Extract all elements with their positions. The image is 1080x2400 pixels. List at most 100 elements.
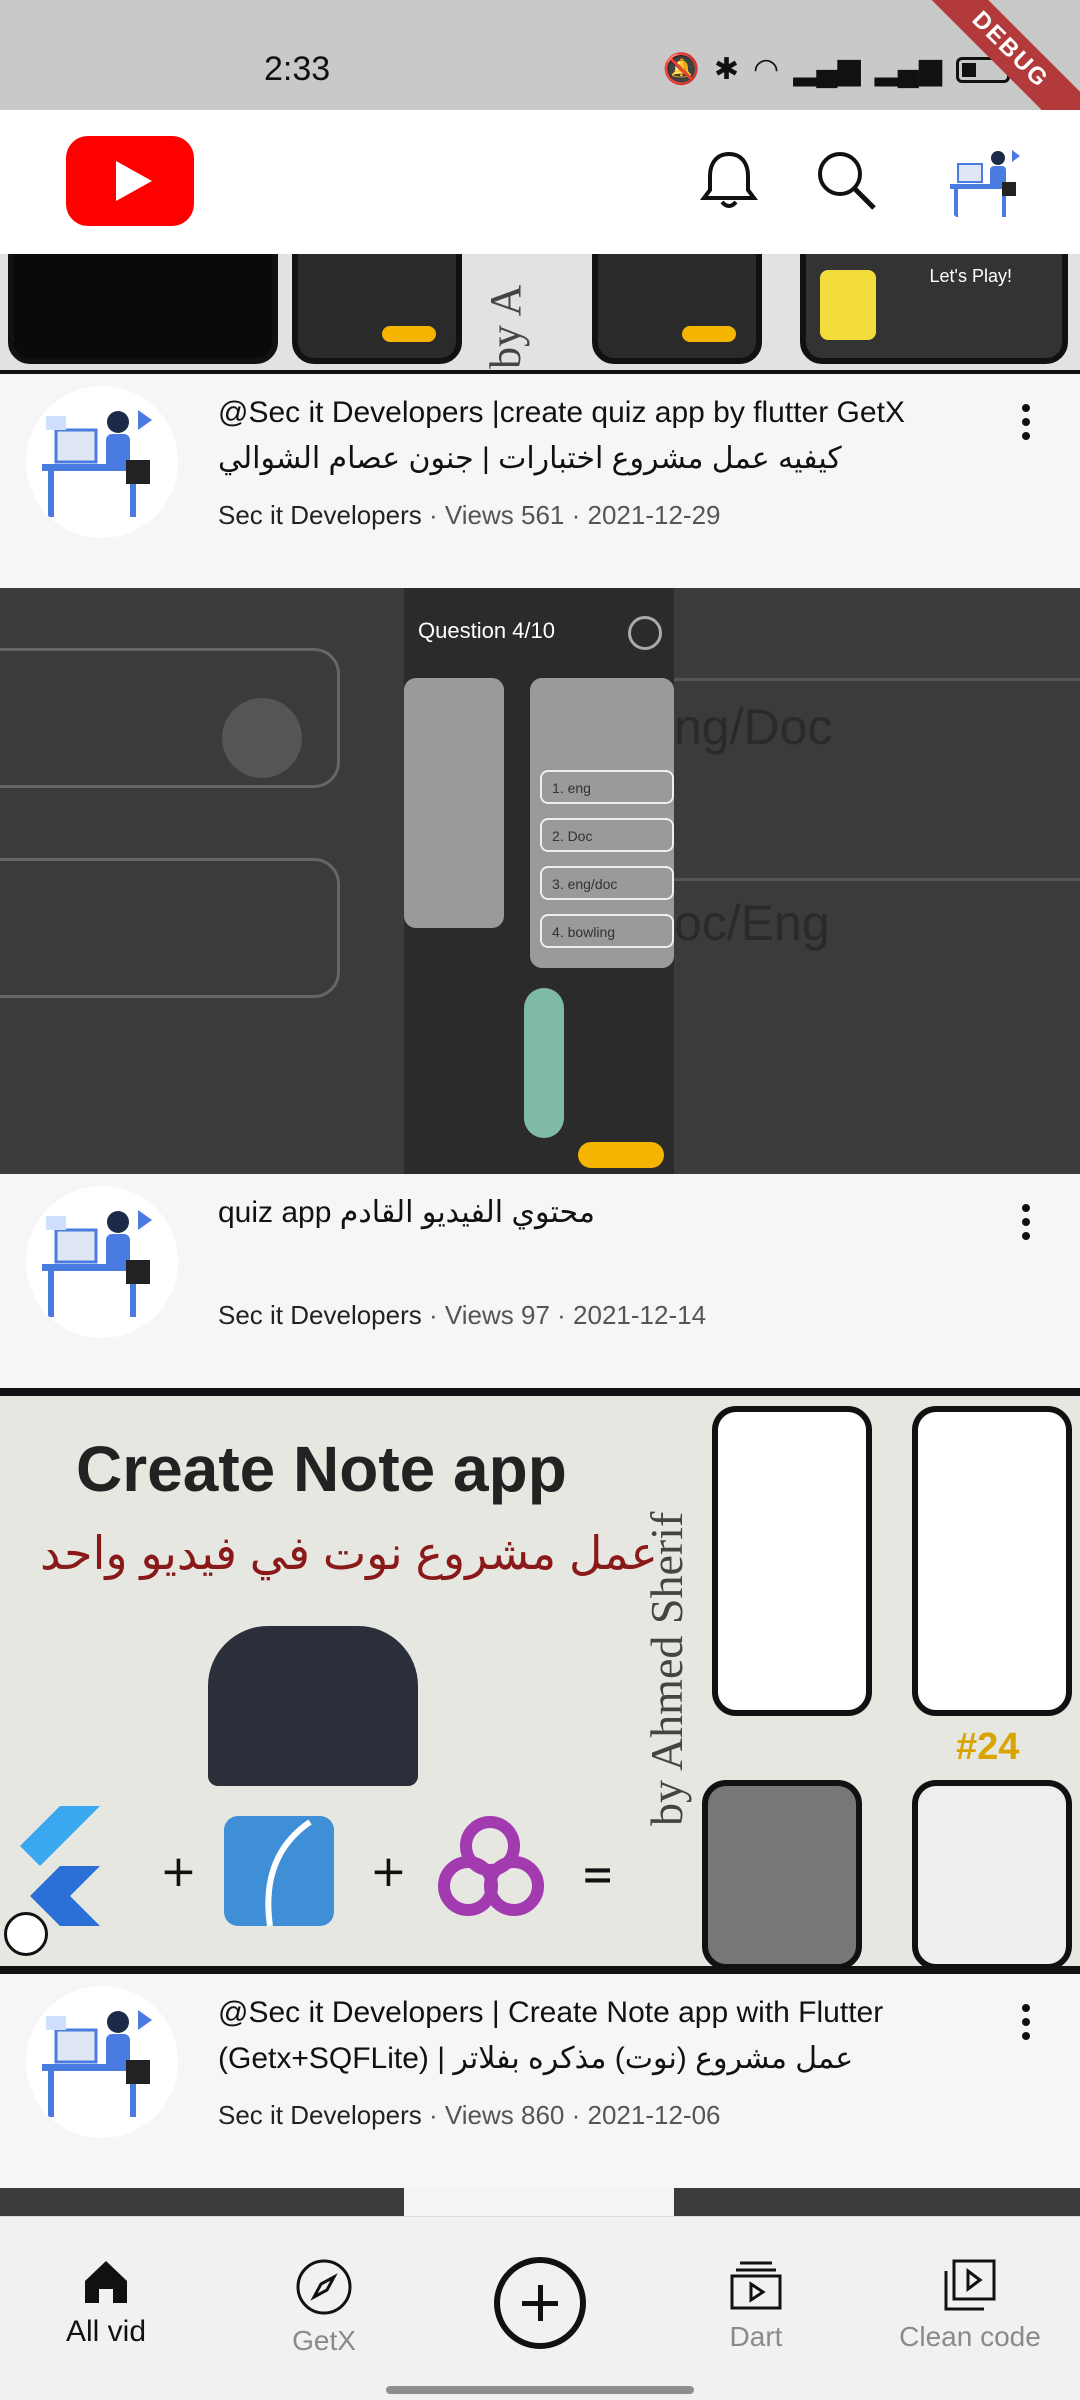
view-count: Views 860 [444,2100,565,2130]
signal-icon-2: ▂▄▆ [874,53,942,86]
svg-text:+: + [160,1846,197,1897]
notifications-bell-icon[interactable] [694,146,764,216]
bottom-navigation: All vid GetX Dart Clean code [0,2216,1080,2400]
thumb-title-text: Create Note app [76,1433,567,1505]
more-options-icon[interactable] [1014,400,1038,460]
thumb-presenter [208,1626,418,1786]
status-bar: 2:33 🔕 ✱ ◠ ▂▄▆ ▂▄▆ DEBUG [0,0,1080,157]
video-item[interactable]: @Sec it Developers | Create Note app wit… [0,1974,1080,2188]
nav-label: All vid [65,2315,147,2348]
home-icon [85,2261,127,2303]
channel-avatar[interactable] [26,386,178,538]
thumb-phone-frame [292,254,462,364]
thumb-phone-frame [592,254,762,364]
thumb-by-text: by Ahmed Sherif [641,1511,692,1826]
meta-separator: · [429,1300,445,1330]
account-avatar[interactable] [940,136,1032,228]
thumb-by-text: by A [481,284,530,369]
nav-item-clean-code[interactable]: Clean code [870,2257,1070,2353]
thumb-question-label: Question 4/10 [418,618,555,643]
meta-separator: · [429,500,445,530]
video-title-line: @Sec it Developers | Create Note app wit… [218,1996,884,2029]
upload-date: 2021-12-14 [573,1300,707,1330]
library-icon [944,2259,996,2311]
video-metadata: Sec it Developers · Views 860 · 2021-12-… [218,2100,721,2131]
video-feed[interactable]: by A Let's Play! @Sec it Developers |cre… [0,254,1080,2244]
nav-label: Clean code [899,2321,1041,2352]
bluetooth-icon: ✱ [713,53,739,86]
video-thumbnail[interactable]: ng/Doc oc/Eng Question 4/10 1. eng 2. Do… [0,588,1080,1174]
thumb-background-ui [0,588,340,1174]
video-thumbnail-partial[interactable]: by A Let's Play! [0,254,1080,374]
nav-item-getx[interactable]: GetX [224,2257,424,2357]
search-icon[interactable] [812,146,882,216]
thumb-button [578,1142,664,1168]
thumb-quiz-option: 2. Doc [540,818,674,852]
video-title[interactable]: @Sec it Developers | Create Note app wit… [218,1990,978,2082]
channel-name[interactable]: Sec it Developers [218,1300,422,1330]
thumb-phone-frame [702,1780,862,1966]
status-icons: 🔕 ✱ ◠ ▂▄▆ ▂▄▆ [662,52,1010,87]
home-indicator[interactable] [386,2386,694,2394]
thumb-quiz-option: 1. eng [540,770,674,804]
meta-separator: · [571,500,588,530]
mute-icon: 🔕 [662,53,700,86]
thumb-overlay-text: ng/Doc [674,699,833,755]
thumb-background-ui: ng/Doc oc/Eng [670,588,1080,1174]
view-count: Views 561 [444,500,565,530]
developer-illustration-icon [42,1210,152,1317]
more-options-icon[interactable] [1014,1200,1038,1260]
channel-avatar[interactable] [26,1986,178,2138]
video-title[interactable]: @Sec it Developers |create quiz app by f… [218,390,978,482]
video-item[interactable]: quiz app محتوي الفيديو القادم Sec it Dev… [0,1174,1080,1388]
thumb-phone-frame [912,1406,1072,1716]
subscriptions-icon [730,2261,782,2310]
upload-date: 2021-12-06 [587,2100,721,2130]
channel-name[interactable]: Sec it Developers [218,500,422,530]
view-count: Views 97 [444,1300,550,1330]
video-title-line: quiz app محتوي الفيديو القادم [218,1196,595,1229]
status-time: 2:33 [264,50,331,88]
thumb-episode: #24 [956,1726,1020,1768]
svg-text:+: + [370,1846,407,1897]
thumb-character [820,270,876,340]
developer-illustration-icon [950,150,1020,217]
meta-separator: · [571,2100,588,2130]
video-item[interactable]: @Sec it Developers |create quiz app by f… [0,374,1080,588]
thumb-quiz-option: 4. bowling [540,914,674,948]
nav-label: Dart [729,2321,783,2352]
github-icon [4,1912,48,1956]
thumb-phone-frame [912,1780,1072,1966]
developer-illustration-icon [42,410,152,517]
thumb-lets-play-text: Let's Play! [929,266,1012,286]
nav-label: GetX [292,2325,356,2356]
thumb-subtitle-ar: عمل مشروع نوت في فيديو واحد [40,1527,658,1579]
video-thumbnail[interactable]: Create Note app عمل مشروع نوت في فيديو و… [0,1388,1080,1974]
thumb-character [524,988,564,1138]
nav-item-all-vid[interactable]: All vid [6,2257,206,2349]
thumb-phone-screen: Question 4/10 1. eng 2. Doc 3. eng/doc 4… [404,588,674,1174]
video-metadata: Sec it Developers · Views 561 · 2021-12-… [218,500,721,531]
app-bar [0,110,1080,254]
more-options-icon[interactable] [1014,2000,1038,2060]
thumb-quiz-option: 3. eng/doc [540,866,674,900]
youtube-logo-icon[interactable] [66,136,194,226]
thumb-phone-frame [8,254,278,364]
compass-icon [296,2259,352,2315]
video-title[interactable]: quiz app محتوي الفيديو القادم [218,1190,978,1236]
tech-logos-icon: + + = [20,1806,610,1927]
video-title-line-ar: كيفيه عمل مشروع اختبارات | جنون عصام الش… [218,442,842,475]
video-metadata: Sec it Developers · Views 97 · 2021-12-1… [218,1300,706,1331]
upload-date: 2021-12-29 [587,500,721,530]
developer-illustration-icon [42,2010,152,2117]
channel-avatar[interactable] [26,1186,178,1338]
thumb-phone-frame: Let's Play! [800,254,1068,364]
video-title-line: @Sec it Developers |create quiz app by f… [218,396,905,429]
nav-item-dart[interactable]: Dart [656,2257,856,2353]
add-circle-icon[interactable] [494,2257,586,2349]
channel-name[interactable]: Sec it Developers [218,2100,422,2130]
meta-separator: · [429,2100,445,2130]
wifi-icon: ◠ [753,53,780,86]
video-title-line-2: (Getx+SQFLite) | عمل مشروع (نوت) مذكره ب… [218,2042,854,2075]
signal-icon: ▂▄▆ [793,53,861,86]
